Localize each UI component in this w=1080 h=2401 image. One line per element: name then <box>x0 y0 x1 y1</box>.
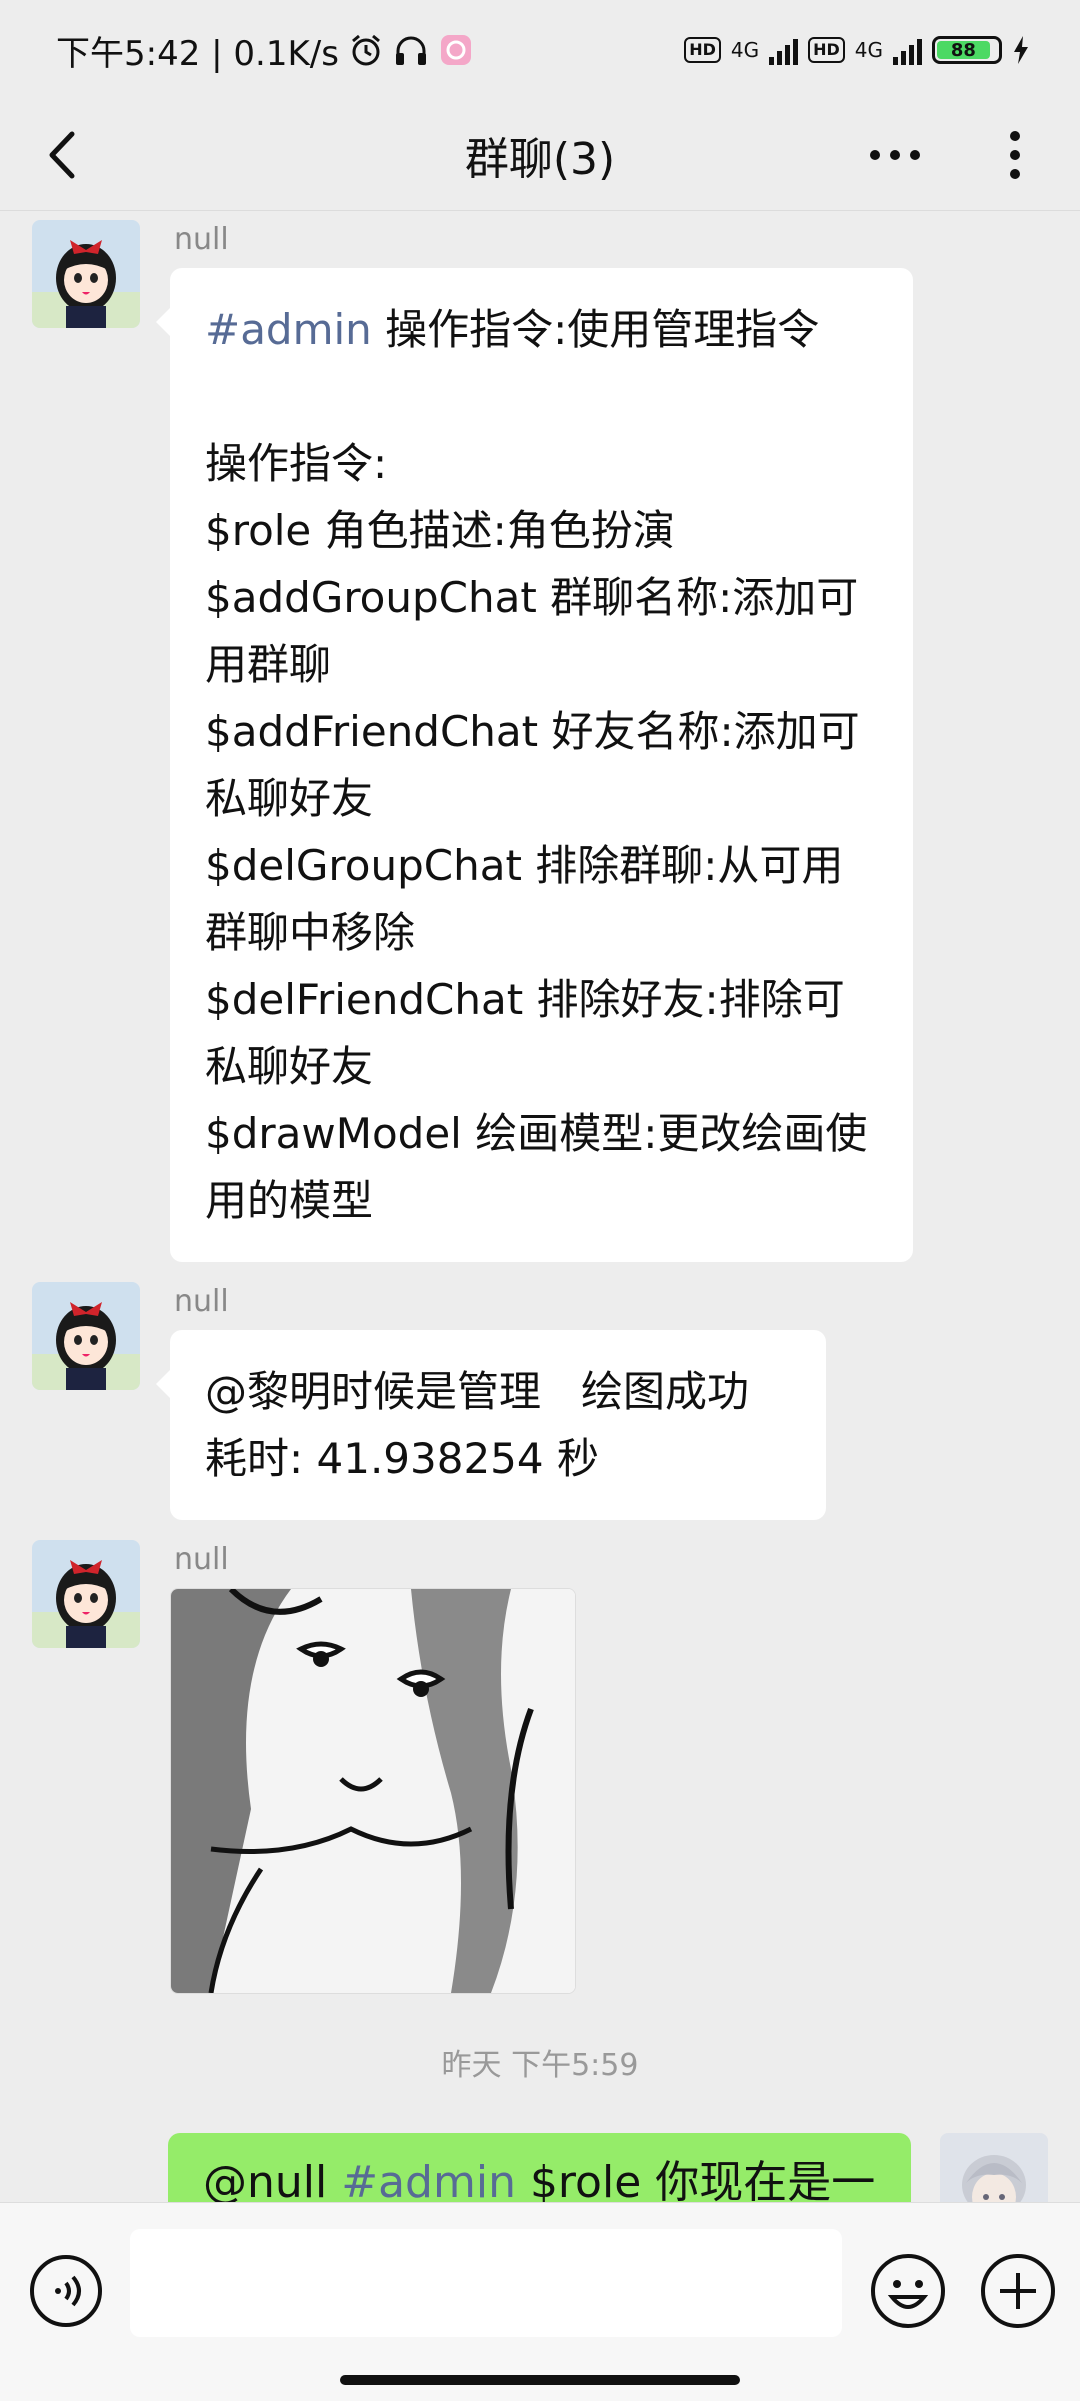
hashtag[interactable]: #admin <box>327 2157 516 2208</box>
menu-vertical-icon[interactable] <box>985 120 1045 190</box>
emoji-icon[interactable] <box>868 2251 948 2331</box>
chat-title: 群聊(3) <box>464 134 616 185</box>
message-bubble[interactable]: #admin 操作指令:使用管理指令 操作指令: $role 角色描述:角色扮演… <box>156 268 913 1262</box>
chat-timestamp: 昨天 下午5:59 <box>441 2048 639 2083</box>
image-message[interactable] <box>170 1588 576 1994</box>
mention[interactable]: @null <box>203 2157 327 2208</box>
input-bar <box>0 2202 1080 2401</box>
signal-icon <box>893 35 922 65</box>
alarm-icon <box>352 34 380 66</box>
charging-icon <box>1014 36 1028 64</box>
hd-badge: HD <box>684 37 721 63</box>
hd-badge: HD <box>808 37 845 63</box>
sender-name: null <box>174 222 229 257</box>
battery-level: 88 <box>937 41 990 61</box>
message-bubble[interactable]: @黎明时候是管理 绘图成功 耗时: 41.938254 秒 <box>156 1330 826 1520</box>
back-arrow-icon[interactable] <box>30 120 100 190</box>
status-bar: 下午5:42 | 0.1K/s HD 4G HD 4G 88 <box>0 0 1080 100</box>
sender-name: null <box>174 1284 229 1319</box>
avatar[interactable] <box>32 1282 140 1390</box>
message-text: $role 你现在是一 <box>515 2157 876 2208</box>
avatar[interactable] <box>32 1540 140 1648</box>
more-options-icon[interactable] <box>860 120 930 190</box>
avatar[interactable] <box>32 220 140 328</box>
status-time: 下午5:42 | 0.1K/s <box>56 33 339 74</box>
home-indicator[interactable] <box>340 2375 740 2385</box>
message-input[interactable] <box>130 2229 842 2337</box>
signal-icon <box>769 35 799 65</box>
hashtag[interactable]: #admin <box>205 305 372 354</box>
network-type: 4G <box>730 38 760 62</box>
plus-icon[interactable] <box>978 2251 1058 2331</box>
message-text: 操作指令:使用管理指令 操作指令: $role 角色描述:角色扮演 $addGr… <box>205 305 868 1225</box>
network-type: 4G <box>854 38 883 62</box>
battery-icon: 88 <box>932 36 1002 64</box>
app-notification-icon <box>440 35 471 65</box>
sender-name: null <box>174 1542 229 1577</box>
voice-input-icon[interactable] <box>28 2253 104 2329</box>
chat-header: 群聊(3) <box>0 100 1080 211</box>
headphones-icon <box>395 36 426 65</box>
